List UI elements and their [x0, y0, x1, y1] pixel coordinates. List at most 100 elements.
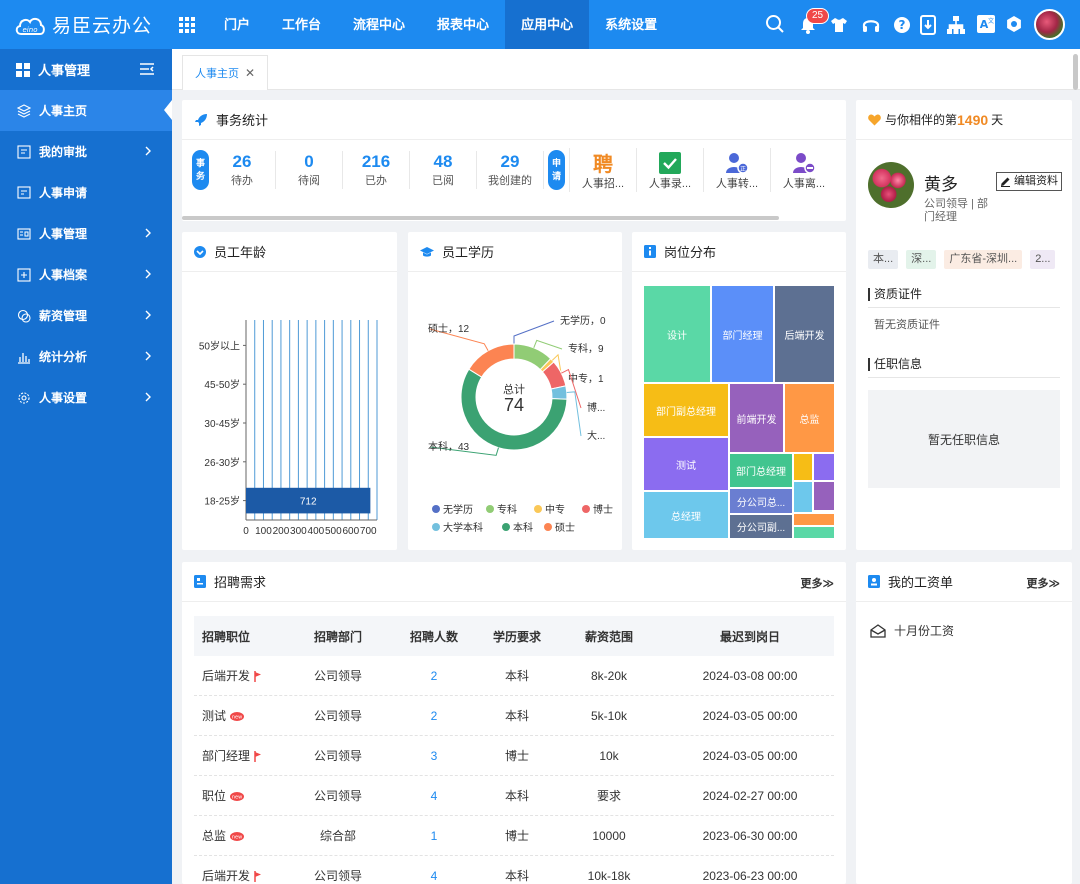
nav-item-5[interactable]: 系统设置 [589, 0, 673, 49]
affairs-title: 事务统计 [216, 113, 269, 128]
affair-app-0[interactable]: 聘人事招... [569, 148, 636, 192]
legend-dot[interactable] [582, 505, 590, 513]
sidebar-item-5[interactable]: 薪资管理 [0, 295, 172, 336]
sidebar-item-4[interactable]: 人事档案 [0, 254, 172, 295]
stat-0[interactable]: 26 待办 [209, 151, 276, 189]
collapse-menu-icon[interactable] [140, 63, 154, 75]
treemap-cell[interactable]: 部门总经理 [730, 454, 792, 487]
help-icon[interactable]: ? [893, 16, 913, 36]
treemap-small-cell[interactable] [814, 482, 834, 510]
table-cell: 10000 [552, 829, 666, 843]
pill-pill2: 申请 [548, 150, 565, 190]
legend-label[interactable]: 中专 [545, 503, 565, 516]
edit-profile-button[interactable]: 编辑资料 [996, 172, 1062, 191]
table-cell: 8k-20k [552, 669, 666, 683]
stat-label: 待阅 [298, 175, 320, 187]
recruit-icon: 聘 [590, 150, 616, 176]
close-tab-icon[interactable]: ✕ [245, 66, 255, 80]
sidebar-item-0[interactable]: 人事主页 [0, 90, 172, 131]
svg-text:eino: eino [23, 26, 38, 34]
nav-item-1[interactable]: 工作台 [266, 0, 337, 49]
org-chart-icon[interactable] [946, 15, 966, 35]
sidebar-item-6[interactable]: 统计分析 [0, 336, 172, 377]
legend-dot[interactable] [432, 523, 440, 531]
legend-dot[interactable] [544, 523, 552, 531]
table-row[interactable]: 测试 new 公司领导 2 本科 5k-10k 2024-03-05 00:00 [194, 696, 834, 736]
table-row[interactable]: 部门经理 公司领导 3 博士 10k 2024-03-05 00:00 [194, 736, 834, 776]
stat-2[interactable]: 216 已办 [343, 151, 410, 189]
app-grid-icon[interactable] [179, 17, 195, 33]
stat-number: 0 [304, 152, 314, 171]
edu-slice[interactable] [468, 343, 515, 378]
legend-dot[interactable] [432, 505, 440, 513]
slice-leader-line [566, 391, 582, 437]
column-header: 招聘部门 [313, 629, 362, 644]
stat-1[interactable]: 0 待阅 [276, 151, 343, 189]
treemap-small-cell[interactable] [794, 454, 812, 480]
table-row[interactable]: 后端开发 公司领导 4 本科 10k-18k 2023-06-23 00:00 [194, 856, 834, 884]
age-bar-chart: 50岁以上 45-50岁 30-45岁 26-30岁 18-25岁 712 0 100 200 3… [199, 320, 378, 537]
stat-3[interactable]: 48 已阅 [410, 151, 477, 189]
chevron-right-icon [145, 392, 152, 402]
treemap-cell[interactable]: 前端开发 [730, 384, 783, 452]
treemap-cell[interactable]: 部门副总经理 [644, 384, 728, 436]
salary-item[interactable]: 十月份工资 [870, 622, 954, 639]
tab-hr-home[interactable]: 人事主页 ✕ [182, 55, 269, 90]
page-scrollbar[interactable] [1073, 54, 1078, 90]
treemap-cell[interactable]: 分公司总... [730, 489, 792, 513]
headset-icon[interactable] [861, 16, 881, 36]
legend-label[interactable]: 专科 [497, 503, 517, 516]
archive-icon [17, 267, 31, 282]
nav-item-3[interactable]: 报表中心 [421, 0, 505, 49]
stat-4[interactable]: 29 我创建的 [477, 151, 544, 189]
sidebar-item-2[interactable]: 人事申请 [0, 172, 172, 213]
tshirt-icon[interactable] [830, 16, 850, 36]
download-icon[interactable] [920, 15, 940, 35]
legend-label[interactable]: 博士 [593, 503, 613, 516]
affair-app-3[interactable]: 人事离... [770, 148, 837, 192]
user-avatar[interactable] [1034, 9, 1065, 40]
sidebar-item-3[interactable]: 人事管理 [0, 213, 172, 254]
legend-dot[interactable] [534, 505, 542, 513]
treemap-small-cell[interactable] [814, 454, 834, 480]
treemap-small-cell[interactable] [794, 527, 834, 538]
treemap-cell[interactable]: 分公司副... [730, 515, 792, 538]
nav-item-0[interactable]: 门户 [208, 0, 266, 49]
legend-label[interactable]: 本科 [513, 521, 533, 534]
nav-item-4[interactable]: 应用中心 [505, 0, 590, 49]
table-row[interactable]: 职位 new 公司领导 4 本科 要求 2024-02-27 00:00 [194, 776, 834, 816]
treemap-cell[interactable]: 总监 [785, 384, 834, 452]
affairs-hscrollbar[interactable] [182, 216, 779, 220]
salary-more-link[interactable]: 更多≫ [1026, 575, 1060, 591]
treemap-cell[interactable]: 后端开发 [775, 286, 834, 382]
affair-app-1[interactable]: 人事录... [636, 148, 703, 192]
x-tick-label: 600 [342, 526, 359, 537]
treemap-cell[interactable]: 测试 [644, 438, 728, 490]
treemap-cell[interactable]: 总经理 [644, 492, 728, 538]
treemap-small-cell[interactable] [794, 482, 812, 512]
app-logo[interactable]: eino 易臣云办公 [14, 11, 152, 38]
companion-day-unit: 天 [991, 113, 1004, 127]
legend-label[interactable]: 大学本科 [443, 521, 483, 534]
treemap-cell[interactable]: 部门经理 [712, 286, 773, 382]
affair-app-2[interactable]: 正人事转... [703, 148, 770, 192]
treemap-cell[interactable]: 设计 [644, 286, 710, 382]
legend-label[interactable]: 硕士 [555, 521, 575, 534]
cell-text: 2023-06-23 00:00 [702, 868, 798, 883]
search-icon[interactable] [765, 14, 785, 34]
legend-label[interactable]: 无学历 [443, 503, 473, 516]
table-row[interactable]: 后端开发 公司领导 2 本科 8k-20k 2024-03-08 00:00 [194, 656, 834, 696]
cell-text: 本科 [504, 709, 529, 723]
legend-dot[interactable] [486, 505, 494, 513]
nav-item-2[interactable]: 流程中心 [337, 0, 421, 49]
recruit-more-link[interactable]: 更多≫ [800, 575, 834, 591]
legend-dot[interactable] [502, 523, 510, 531]
treemap-small-cell[interactable] [794, 514, 834, 525]
profile-avatar[interactable] [868, 162, 914, 208]
sidebar-item-7[interactable]: 人事设置 [0, 377, 172, 418]
table-row[interactable]: 总监 new 综合部 1 博士 10000 2023-06-30 00:00 [194, 816, 834, 856]
sidebar-item-1[interactable]: 我的审批 [0, 131, 172, 172]
sidebar-item-label: 人事主页 [39, 104, 88, 118]
settings-gear-icon[interactable] [1005, 15, 1025, 35]
translate-icon[interactable]: A文 [977, 15, 997, 35]
